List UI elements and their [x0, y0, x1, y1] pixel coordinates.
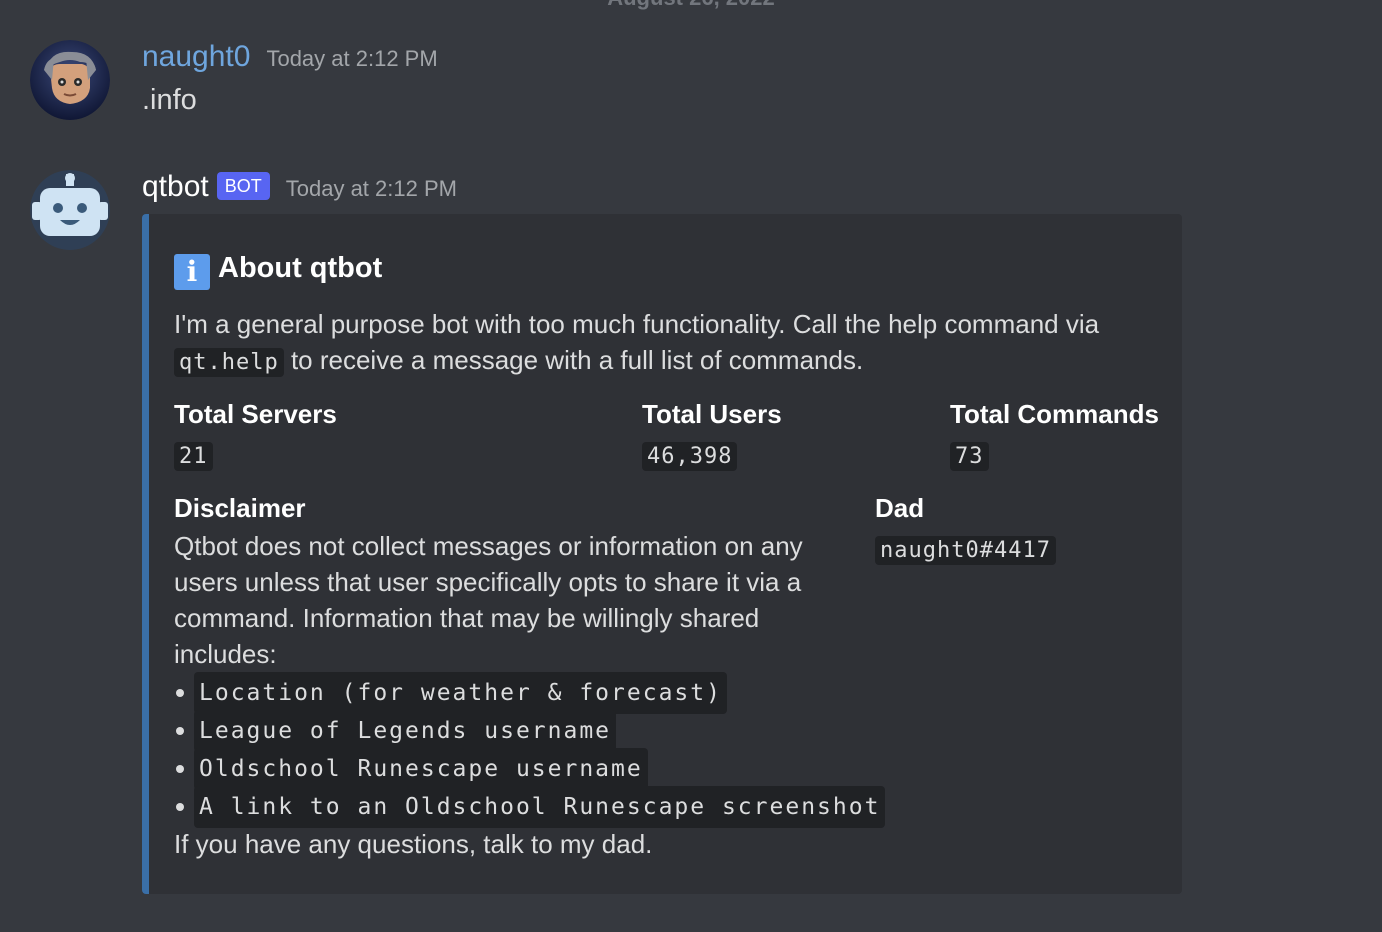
field-total-servers: Total Servers 21	[174, 398, 337, 475]
username[interactable]: naught0	[142, 40, 250, 74]
list-item-code: Oldschool Runescape username	[194, 748, 648, 790]
field-disclaimer: Disclaimer Qtbot does not collect messag…	[174, 492, 886, 862]
list-item: League of Legends username	[174, 710, 885, 752]
timestamp[interactable]: Today at 2:12 PM	[286, 176, 457, 202]
user-avatar[interactable]	[30, 40, 110, 120]
date-divider: August 26, 2022	[0, 0, 1382, 10]
description-text-after: to receive a message with a full list of…	[283, 345, 864, 375]
embed-title-text: About qtbot	[218, 251, 383, 284]
field-total-commands: Total Commands 73	[950, 398, 1159, 475]
description-text: I'm a general purpose bot with too much …	[174, 309, 1100, 339]
field-value: 46,398	[642, 442, 738, 471]
disclaimer-text: Qtbot does not collect messages or infor…	[174, 531, 803, 669]
timestamp[interactable]: Today at 2:12 PM	[266, 46, 437, 72]
disclaimer-footer: If you have any questions, talk to my da…	[174, 829, 653, 859]
message-content: .info	[142, 84, 197, 116]
list-item-code: Location (for weather & forecast)	[194, 672, 727, 714]
field-name: Total Commands	[950, 399, 1159, 429]
bot-avatar[interactable]	[30, 170, 110, 250]
embed: i About qtbot I'm a general purpose bot …	[142, 214, 1182, 894]
field-total-users: Total Users 46,398	[642, 398, 782, 475]
robot-avatar-icon	[30, 170, 110, 250]
field-name: Dad	[875, 493, 925, 523]
info-icon: i	[174, 254, 210, 290]
embed-title: i About qtbot	[174, 250, 383, 290]
disclaimer-list: Location (for weather & forecast) League…	[174, 672, 886, 828]
inline-code: qt.help	[174, 348, 284, 377]
list-item: Location (for weather & forecast)	[174, 672, 885, 714]
message-header: naught0 Today at 2:12 PM	[142, 40, 438, 74]
avatar-portrait-icon	[30, 40, 110, 120]
field-value: 73	[950, 442, 989, 471]
field-value: naught0#4417	[875, 536, 1056, 565]
embed-description: I'm a general purpose bot with too much …	[174, 306, 1164, 381]
list-item: Oldschool Runescape username	[174, 748, 885, 790]
list-item-code: A link to an Oldschool Runescape screens…	[194, 786, 886, 828]
list-item: A link to an Oldschool Runescape screens…	[174, 786, 886, 828]
message-header: qtbot BOT Today at 2:12 PM	[142, 170, 457, 204]
bot-tag: BOT	[216, 172, 270, 200]
field-name: Disclaimer	[174, 493, 306, 523]
field-name: Total Servers	[174, 399, 337, 429]
field-value: 21	[174, 442, 213, 471]
username[interactable]: qtbot	[142, 170, 209, 204]
list-item-code: League of Legends username	[194, 710, 617, 752]
field-name: Total Users	[642, 399, 782, 429]
field-dad: Dad naught0#4417	[875, 492, 1056, 569]
